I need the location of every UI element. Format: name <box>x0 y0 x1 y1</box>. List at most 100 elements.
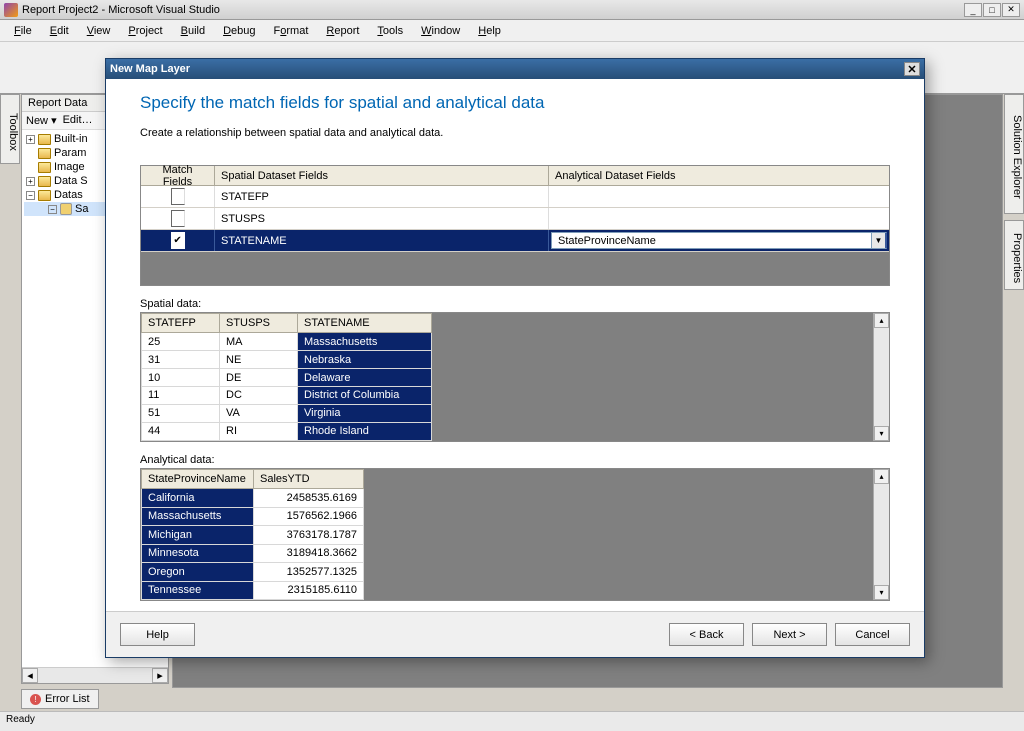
expand-icon[interactable]: + <box>26 177 35 186</box>
solution-explorer-tab[interactable]: Solution Explorer <box>1004 94 1024 214</box>
toolbox-tab[interactable]: Toolbox <box>0 94 20 164</box>
help-button[interactable]: Help <box>120 623 195 646</box>
table-row[interactable]: Tennessee2315185.6110 <box>142 581 364 600</box>
scroll-left-icon[interactable]: ◂ <box>22 668 38 683</box>
scroll-down-icon[interactable]: ▾ <box>874 585 889 600</box>
table-row[interactable]: 25MAMassachusetts <box>142 333 432 351</box>
table-row[interactable]: 44RIRhode Island <box>142 422 432 440</box>
analytical-data-grid: StateProvinceName SalesYTD California245… <box>140 468 890 601</box>
main-titlebar: Report Project2 - Microsoft Visual Studi… <box>0 0 1024 20</box>
back-button[interactable]: < Back <box>669 623 744 646</box>
spatial-vscroll[interactable]: ▴ ▾ <box>873 313 889 440</box>
match-checkbox[interactable] <box>171 210 185 227</box>
match-checkbox-checked[interactable]: ✔ <box>171 232 185 249</box>
scroll-track[interactable] <box>874 484 889 585</box>
dropdown-value: StateProvinceName <box>558 235 656 247</box>
scroll-track[interactable] <box>874 328 889 425</box>
menu-report[interactable]: Report <box>318 23 367 39</box>
collapse-icon[interactable]: − <box>48 205 57 214</box>
restore-button[interactable]: □ <box>983 3 1001 17</box>
match-checkbox[interactable] <box>171 188 185 205</box>
grid-spacer <box>364 469 873 600</box>
menu-debug[interactable]: Debug <box>215 23 263 39</box>
match-spatial-cell[interactable]: STATEFP <box>215 186 549 207</box>
scroll-right-icon[interactable]: ▸ <box>152 668 168 683</box>
menu-tools[interactable]: Tools <box>369 23 411 39</box>
chevron-down-icon[interactable]: ▼ <box>871 233 886 248</box>
scroll-down-icon[interactable]: ▾ <box>874 426 889 441</box>
table-row[interactable]: 11DCDistrict of Columbia <box>142 386 432 404</box>
menu-help[interactable]: Help <box>470 23 509 39</box>
error-icon: ! <box>30 694 41 705</box>
analytical-table: StateProvinceName SalesYTD California245… <box>141 469 364 600</box>
tree-label: Built-in <box>54 133 88 145</box>
analytical-vscroll[interactable]: ▴ ▾ <box>873 469 889 600</box>
match-col-match: Match Fields <box>141 166 215 185</box>
match-row[interactable]: STUSPS <box>141 208 889 230</box>
scroll-up-icon[interactable]: ▴ <box>874 313 889 328</box>
match-row[interactable]: STATEFP <box>141 186 889 208</box>
window-controls: _ □ ✕ <box>964 3 1020 17</box>
spatial-table: STATEFP STUSPS STATENAME 25MAMassachuset… <box>141 313 432 440</box>
table-row[interactable]: Massachusetts1576562.1966 <box>142 507 364 525</box>
window-title: Report Project2 - Microsoft Visual Studi… <box>22 4 964 16</box>
tree-label: Data S <box>54 175 88 187</box>
dialog-close-button[interactable]: ✕ <box>904 62 920 76</box>
menu-format[interactable]: Format <box>266 23 317 39</box>
table-row[interactable]: California2458535.6169 <box>142 489 364 507</box>
match-fields-grid: Match Fields Spatial Dataset Fields Anal… <box>140 165 890 286</box>
table-row[interactable]: 10DEDelaware <box>142 369 432 387</box>
spatial-col-statefp[interactable]: STATEFP <box>142 314 220 333</box>
properties-tab[interactable]: Properties <box>1004 220 1024 290</box>
analytical-col-name[interactable]: StateProvinceName <box>142 469 254 489</box>
match-analytical-cell[interactable] <box>549 208 889 229</box>
error-list-label: Error List <box>45 693 90 705</box>
app-icon <box>4 3 18 17</box>
dialog-heading: Specify the match fields for spatial and… <box>140 93 890 113</box>
minimize-button[interactable]: _ <box>964 3 982 17</box>
table-row[interactable]: Minnesota3189418.3662 <box>142 544 364 562</box>
scroll-track[interactable] <box>38 668 152 683</box>
match-row-selected[interactable]: ✔ STATENAME StateProvinceName ▼ <box>141 230 889 252</box>
report-data-edit-button[interactable]: Edit… <box>63 114 93 127</box>
menu-window[interactable]: Window <box>413 23 468 39</box>
analytical-field-dropdown[interactable]: StateProvinceName ▼ <box>551 232 887 249</box>
menu-build[interactable]: Build <box>173 23 213 39</box>
match-spatial-cell[interactable]: STUSPS <box>215 208 549 229</box>
next-button[interactable]: Next > <box>752 623 827 646</box>
menu-file[interactable]: File <box>6 23 40 39</box>
cancel-button[interactable]: Cancel <box>835 623 910 646</box>
match-col-spatial: Spatial Dataset Fields <box>215 166 549 185</box>
scroll-up-icon[interactable]: ▴ <box>874 469 889 484</box>
spatial-col-stusps[interactable]: STUSPS <box>220 314 298 333</box>
match-analytical-cell[interactable] <box>549 186 889 207</box>
close-button[interactable]: ✕ <box>1002 3 1020 17</box>
table-row[interactable]: 51VAVirginia <box>142 404 432 422</box>
spatial-col-statename[interactable]: STATENAME <box>298 314 432 333</box>
status-bar: Ready <box>0 711 1024 731</box>
dialog-titlebar[interactable]: New Map Layer ✕ <box>106 59 924 79</box>
collapse-icon[interactable]: − <box>26 191 35 200</box>
dialog-button-bar: Help < Back Next > Cancel <box>106 611 924 657</box>
report-data-new-button[interactable]: New ▾ <box>26 114 57 127</box>
table-row[interactable]: 31NENebraska <box>142 351 432 369</box>
menu-project[interactable]: Project <box>120 23 170 39</box>
table-row[interactable]: Oregon1352577.1325 <box>142 563 364 581</box>
match-grid-header: Match Fields Spatial Dataset Fields Anal… <box>141 166 889 186</box>
match-grid-spacer <box>141 252 889 285</box>
status-text: Ready <box>6 714 35 725</box>
menu-view[interactable]: View <box>79 23 119 39</box>
analytical-col-sales[interactable]: SalesYTD <box>254 469 364 489</box>
error-list-tab[interactable]: ! Error List <box>21 689 99 709</box>
dialog-body: Specify the match fields for spatial and… <box>106 79 924 611</box>
table-row[interactable]: Michigan3763178.1787 <box>142 526 364 544</box>
main-menubar: File Edit View Project Build Debug Forma… <box>0 20 1024 42</box>
folder-icon <box>38 134 51 145</box>
tree-hscroll[interactable]: ◂ ▸ <box>22 667 168 683</box>
tree-label: Datas <box>54 189 83 201</box>
expand-icon[interactable]: + <box>26 135 35 144</box>
tree-label: Sa <box>75 203 88 215</box>
menu-edit[interactable]: Edit <box>42 23 77 39</box>
dataset-icon <box>60 203 72 215</box>
match-spatial-cell[interactable]: STATENAME <box>215 230 549 251</box>
